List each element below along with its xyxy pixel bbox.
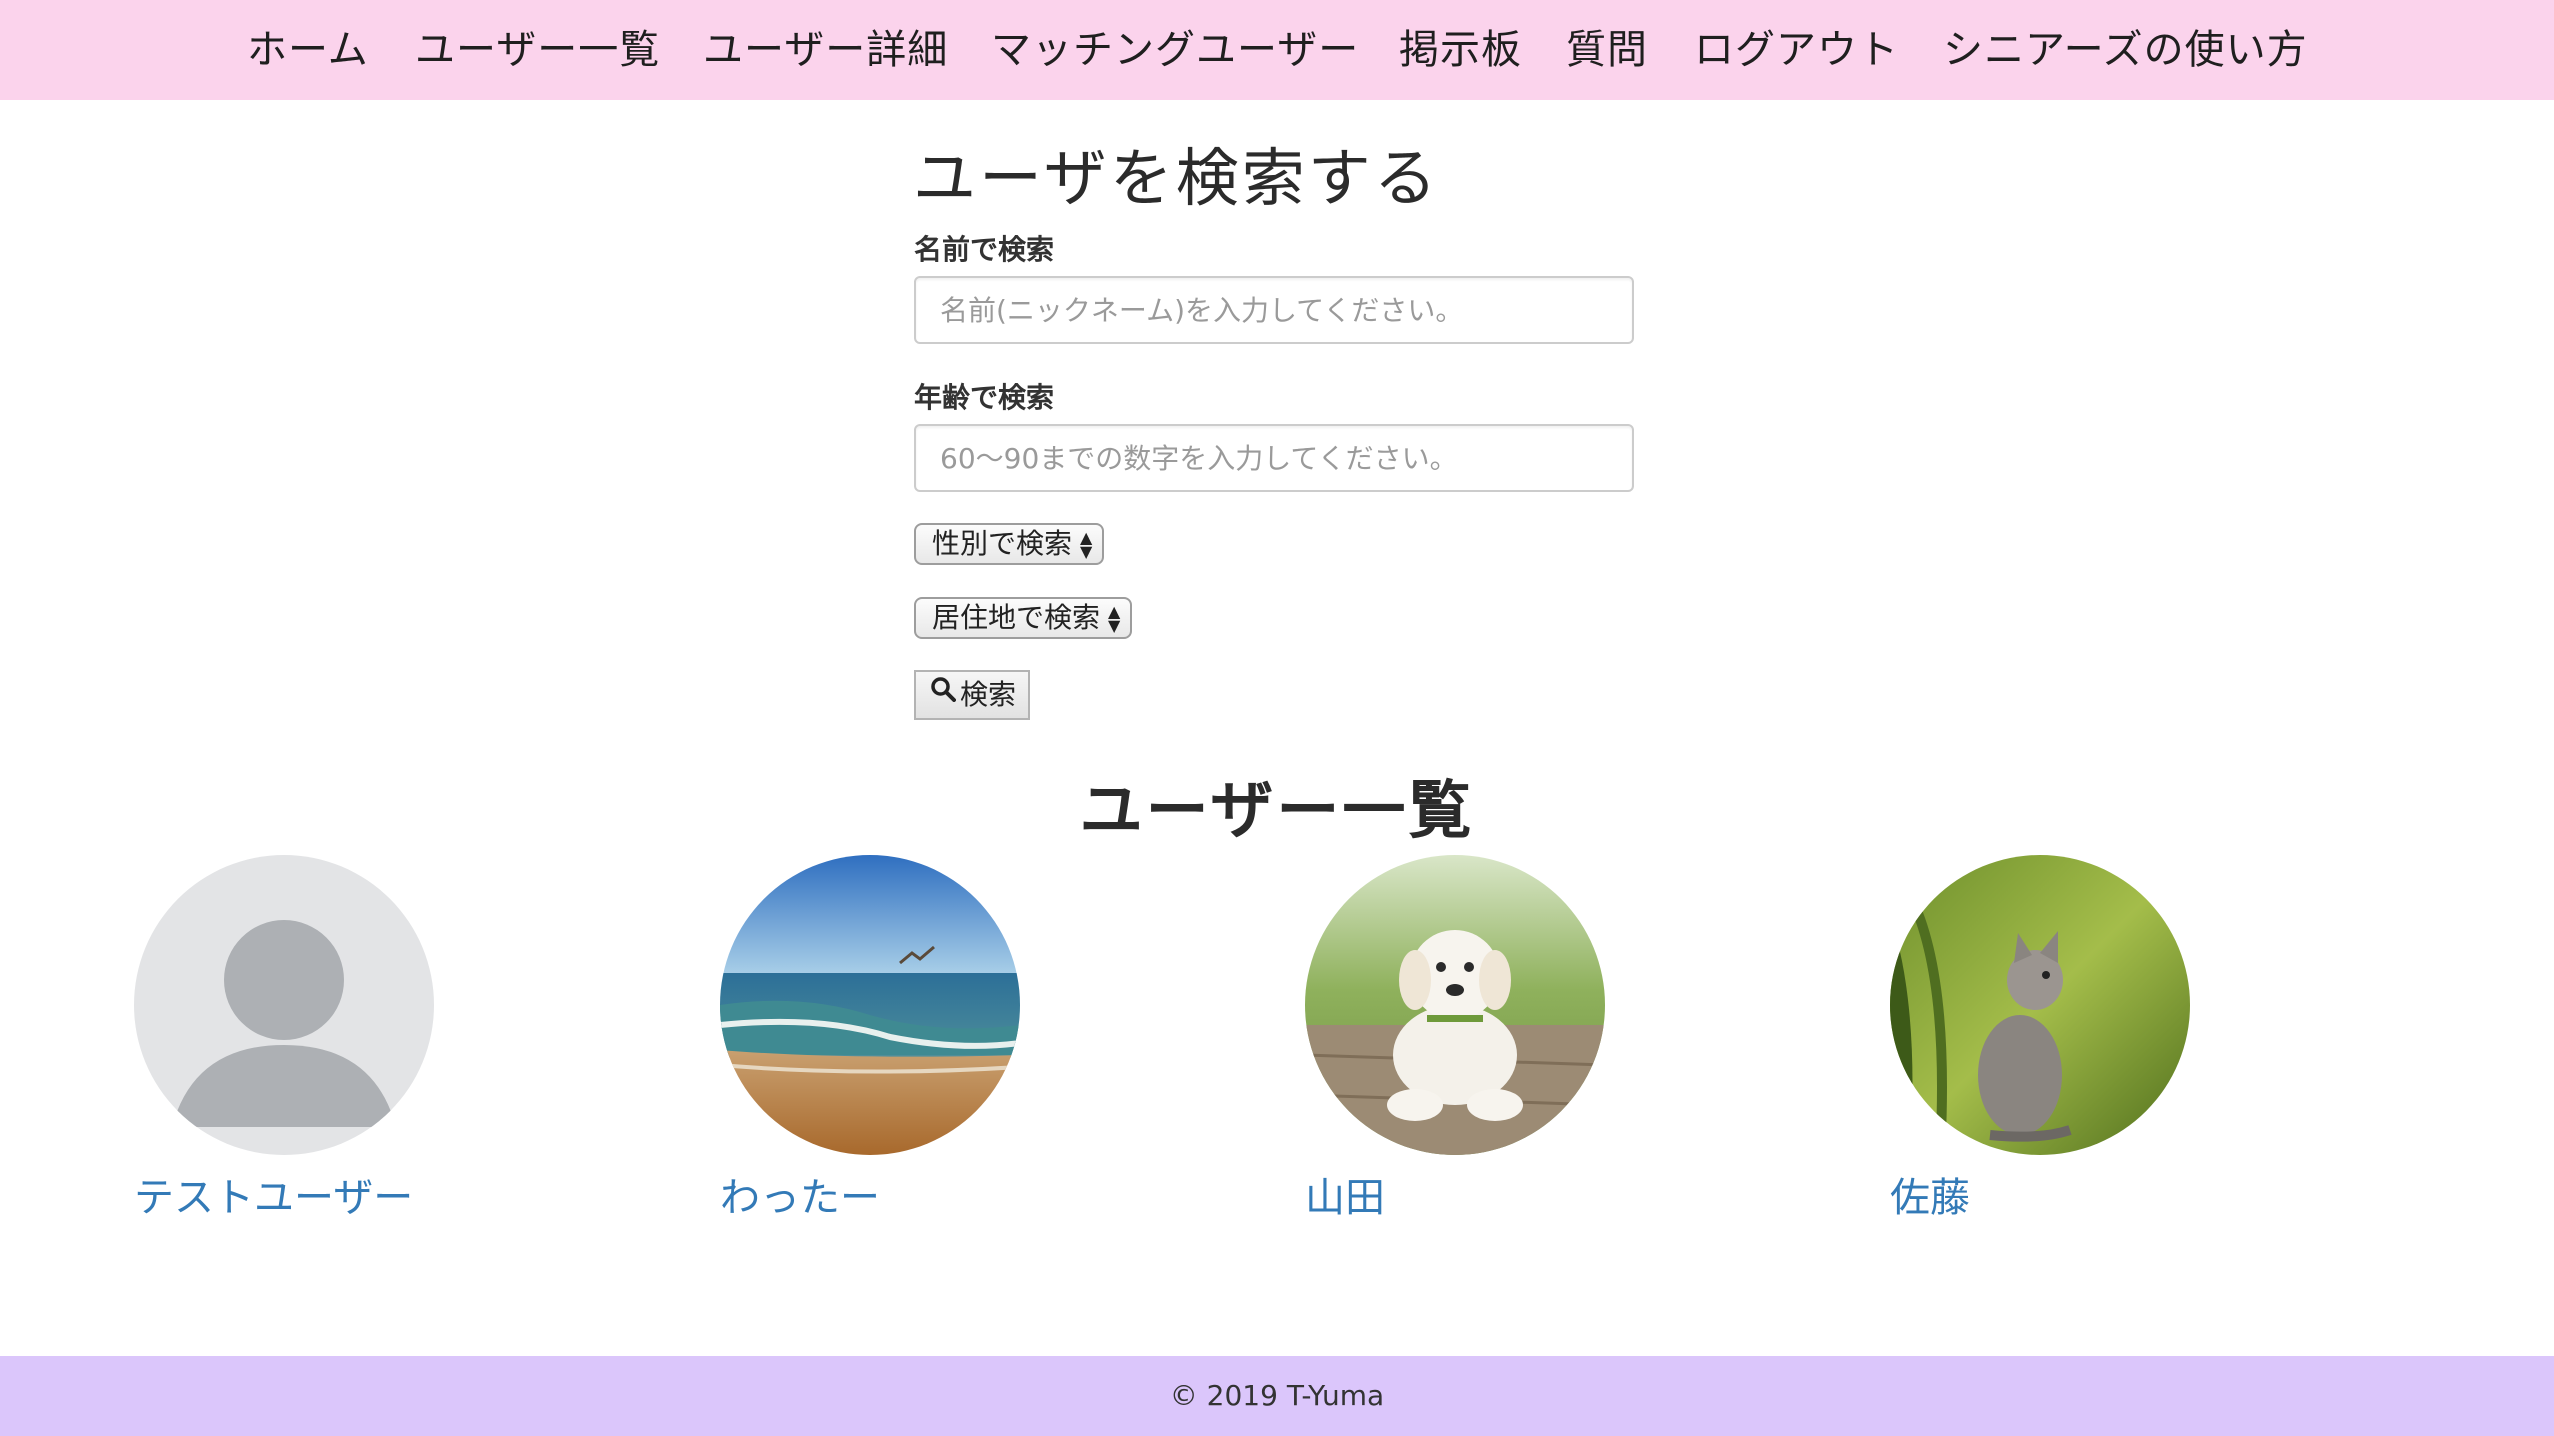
search-title: ユーザを検索する	[913, 142, 1440, 215]
avatar[interactable]	[720, 855, 1020, 1155]
user-card[interactable]: 山田	[1305, 855, 1625, 1225]
copyright-text: © 2019 T-Yuma	[1169, 1379, 1385, 1412]
user-card[interactable]: 佐藤	[1890, 855, 2210, 1225]
residence-select-value: 居住地で検索	[932, 601, 1101, 634]
nav-logout[interactable]: ログアウト	[1694, 22, 1899, 78]
top-navbar: ホーム ユーザー一覧 ユーザー詳細 マッチングユーザー 掲示板 質問 ログアウト…	[0, 0, 2554, 100]
search-button[interactable]: 検索	[914, 670, 1030, 720]
age-search-label: 年齢で検索	[914, 381, 1055, 414]
age-search-input[interactable]	[914, 424, 1634, 492]
search-icon	[930, 670, 956, 716]
avatar[interactable]	[134, 855, 434, 1155]
beach-photo-icon	[720, 855, 1020, 1155]
residence-select[interactable]: 居住地で検索 ▲ ▼	[914, 597, 1133, 639]
avatar[interactable]	[1890, 855, 2190, 1155]
user-card[interactable]: わったー	[720, 855, 1040, 1225]
nav-user-detail[interactable]: ユーザー詳細	[703, 22, 948, 78]
select-arrows-icon: ▲ ▼	[1108, 602, 1121, 635]
nav-home[interactable]: ホーム	[247, 22, 369, 78]
search-button-label: 検索	[960, 678, 1017, 711]
gender-select-value: 性別で検索	[932, 527, 1073, 560]
nav-how-to-use[interactable]: シニアーズの使い方	[1943, 22, 2308, 78]
select-arrows-icon: ▲ ▼	[1080, 528, 1093, 561]
footer: © 2019 T-Yuma	[0, 1356, 2554, 1436]
user-list-title: ユーザー一覧	[1079, 774, 1475, 847]
name-search-input[interactable]	[914, 276, 1634, 344]
name-search-label: 名前で検索	[914, 233, 1055, 266]
user-card[interactable]: テストユーザー	[134, 855, 454, 1225]
avatar[interactable]	[1305, 855, 1605, 1155]
puppy-photo-icon	[1305, 855, 1605, 1155]
gender-select[interactable]: 性別で検索 ▲ ▼	[914, 523, 1105, 565]
kitten-photo-icon	[1890, 855, 2190, 1155]
user-name-link[interactable]: わったー	[720, 1165, 880, 1223]
user-name-link[interactable]: 佐藤	[1890, 1165, 1970, 1223]
default-person-icon	[134, 855, 434, 1155]
user-name-link[interactable]: テストユーザー	[134, 1165, 413, 1223]
nav-questions[interactable]: 質問	[1566, 22, 1648, 78]
nav-board[interactable]: 掲示板	[1399, 22, 1522, 78]
user-name-link[interactable]: 山田	[1305, 1165, 1385, 1223]
nav-matching-users[interactable]: マッチングユーザー	[991, 22, 1359, 78]
nav-user-list[interactable]: ユーザー一覧	[415, 22, 660, 78]
